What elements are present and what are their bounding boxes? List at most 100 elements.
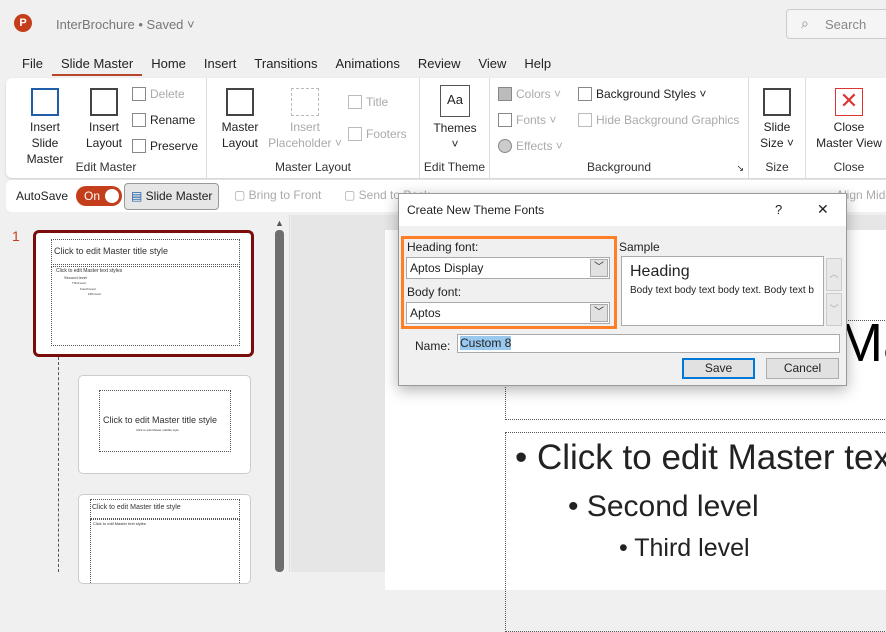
bullet-level-3: • Third level — [619, 534, 750, 562]
slide-thumbnail-panel: 1 Click to edit Master title style Click… — [0, 215, 290, 584]
tab-animations[interactable]: Animations — [327, 54, 409, 76]
label: Insert — [289, 120, 320, 134]
footers-checkbox[interactable]: Footers — [348, 127, 407, 141]
thumb-text: Fifth level — [88, 292, 101, 296]
insert-layout-button[interactable]: Insert Layout — [82, 88, 126, 151]
tab-home[interactable]: Home — [142, 54, 195, 76]
label: Hide Background Graphics — [596, 113, 740, 127]
document-title[interactable]: InterBrochure • Saved ˅ — [56, 17, 195, 32]
thumb-text: Second level — [64, 275, 87, 280]
tab-view[interactable]: View — [469, 54, 515, 76]
thumb-text: Click to edit Master text styles — [56, 268, 123, 274]
tab-file[interactable]: File — [13, 54, 52, 76]
save-status: Saved — [146, 17, 184, 32]
name-input[interactable]: Custom 8 — [457, 334, 840, 353]
tab-help[interactable]: Help — [515, 54, 560, 76]
colors-button[interactable]: Colors ˅ — [498, 87, 561, 101]
label: Size ˅ — [760, 136, 794, 150]
chevron-down-icon[interactable]: ﹀ — [590, 259, 608, 277]
search-box[interactable]: ⌕ Search — [786, 9, 886, 39]
group-label: Edit Master — [75, 160, 137, 174]
label: Master — [221, 120, 259, 134]
slide-master-icon: ▤ — [131, 189, 146, 203]
close-master-view-button[interactable]: ✕ Close Master View — [811, 88, 886, 151]
label: Close — [833, 120, 865, 134]
close-icon: ✕ — [835, 88, 863, 116]
heading-font-label: Heading font: — [407, 240, 478, 254]
thumb-text: Third level — [72, 281, 86, 285]
thumbnail-scrollbar[interactable] — [275, 230, 284, 572]
group-label: Background — [586, 160, 652, 174]
thumbnail-title-layout[interactable]: Click to edit Master title style Click t… — [78, 375, 251, 474]
body-font-label: Body font: — [407, 285, 461, 299]
cancel-button[interactable]: Cancel — [766, 358, 839, 379]
doc-name: InterBrochure — [56, 17, 135, 32]
scroll-down-button[interactable]: ﹀ — [826, 293, 842, 326]
themes-button[interactable]: Aa Themes ˅ — [430, 85, 480, 152]
rename-button[interactable]: Rename — [132, 113, 195, 127]
sample-label: Sample — [619, 240, 660, 254]
tab-review[interactable]: Review — [409, 54, 470, 76]
heading-font-select[interactable]: Aptos Display ﹀ — [406, 257, 610, 279]
bullet-level-2: • Second level — [568, 490, 759, 523]
delete-button[interactable]: Delete — [132, 87, 185, 101]
preserve-icon — [132, 139, 146, 153]
tab-transitions[interactable]: Transitions — [245, 54, 326, 76]
bring-to-front-button[interactable]: ▢ Bring to Front — [228, 183, 327, 210]
fonts-button[interactable]: Fonts ˅ — [498, 113, 556, 127]
thumbnail-master[interactable]: Click to edit Master title style Click t… — [33, 230, 254, 357]
thumb-title: Click to edit Master title style — [54, 246, 169, 256]
dialog-launcher-icon[interactable]: ↘ — [736, 163, 744, 174]
label: Body font: — [407, 285, 462, 299]
thumbnail-content-layout[interactable]: Click to edit Master title style Click t… — [78, 494, 251, 584]
ribbon-tabs: File Slide Master Home Insert Transition… — [13, 54, 560, 76]
slide-master-icon — [31, 88, 59, 116]
label: Insert — [88, 120, 119, 134]
ribbon: Insert Slide Master Insert Layout Delete R… — [6, 78, 886, 178]
checkbox-icon — [348, 127, 362, 141]
tab-slide-master[interactable]: Slide Master — [51, 54, 143, 76]
insert-slide-master-button[interactable]: Insert Slide Master — [16, 88, 74, 167]
master-layout-icon — [226, 88, 254, 116]
save-button[interactable]: Save — [682, 358, 755, 379]
label: Themes — [433, 121, 477, 135]
label: Colors ˅ — [516, 87, 562, 101]
dialog-header: Create New Theme Fonts ? ✕ — [399, 194, 846, 226]
scroll-up-button[interactable]: ︿ — [826, 258, 842, 291]
effects-button[interactable]: Effects ˅ — [498, 139, 563, 153]
label: Heading font: — [407, 240, 479, 254]
slide-size-icon — [763, 88, 791, 116]
group-background: Colors ˅ Fonts ˅ Effects ˅ Background St… — [490, 78, 749, 178]
group-edit-theme: Aa Themes ˅ Edit Theme — [420, 78, 490, 178]
search-placeholder: Search — [825, 17, 867, 32]
sample-preview: Heading Body text body text body text. B… — [621, 256, 824, 326]
sample-heading: Heading — [630, 263, 690, 280]
slide-size-button[interactable]: Slide Size ˅ — [754, 88, 800, 151]
help-button[interactable]: ? — [775, 202, 782, 217]
background-styles-button[interactable]: Background Styles ˅ — [578, 87, 706, 101]
body-placeholder — [90, 519, 240, 583]
colors-icon — [498, 87, 512, 101]
master-layout-button[interactable]: Master Layout — [217, 88, 263, 151]
autosave-label: AutoSave — [16, 189, 69, 203]
body-font-select[interactable]: Aptos ﹀ — [406, 302, 610, 324]
close-button[interactable]: ✕ — [817, 201, 829, 218]
label: Rename — [150, 113, 196, 127]
text: Click to edit Master text styles — [536, 438, 886, 477]
themes-icon: Aa — [440, 85, 470, 117]
fonts-icon — [498, 113, 512, 127]
label: Placeholder ˅ — [268, 136, 342, 150]
hide-background-graphics-checkbox[interactable]: Hide Background Graphics — [578, 113, 739, 127]
scroll-up-icon[interactable]: ▲ — [275, 218, 284, 228]
paint-bucket-icon — [578, 87, 592, 101]
group-label: Master Layout — [274, 160, 352, 174]
tab-insert[interactable]: Insert — [195, 54, 246, 76]
slide-master-view-button[interactable]: ▤ Slide Master — [124, 183, 220, 210]
preserve-button[interactable]: Preserve — [132, 139, 198, 153]
autosave-toggle[interactable]: On — [76, 186, 122, 206]
title-checkbox[interactable]: Title — [348, 95, 388, 109]
label: Fonts ˅ — [516, 113, 557, 127]
chevron-down-icon[interactable]: ﹀ — [590, 304, 608, 322]
value: Aptos — [410, 306, 441, 320]
insert-placeholder-button[interactable]: Insert Placeholder ˅ — [265, 88, 345, 151]
